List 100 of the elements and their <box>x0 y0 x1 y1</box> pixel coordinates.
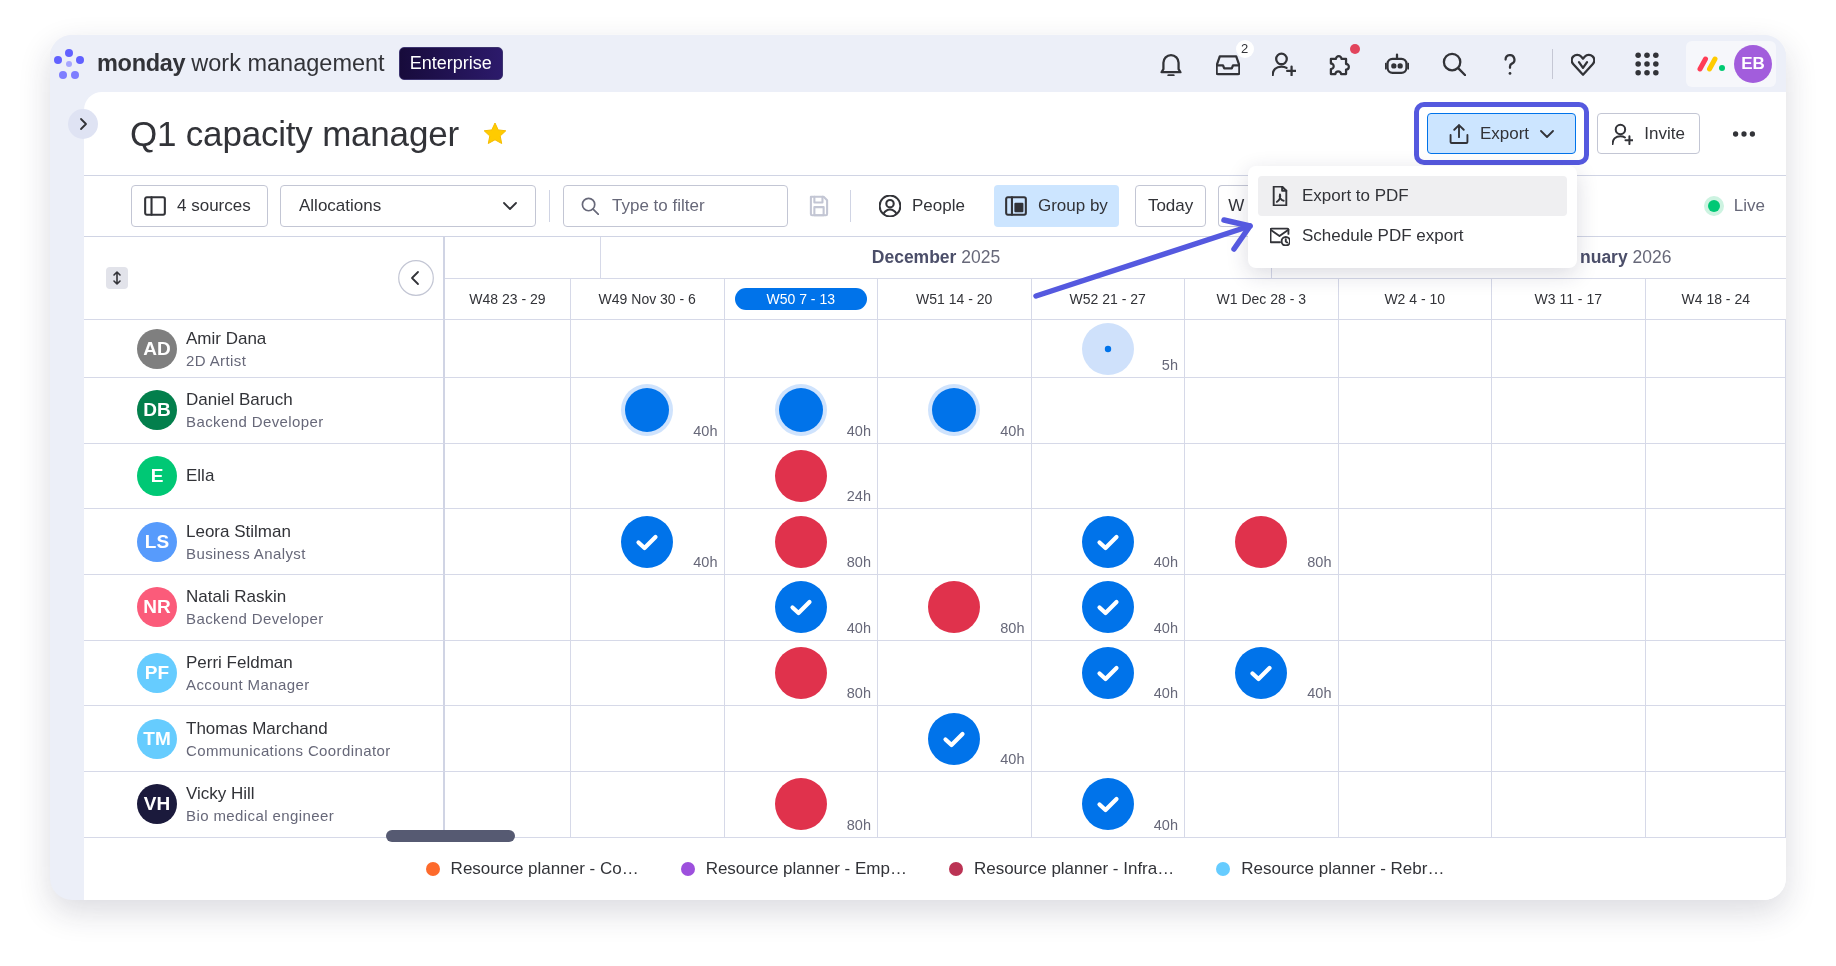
hours-label: 24h <box>846 488 871 505</box>
person-name: Perri Feldman <box>186 653 294 674</box>
view-toggle[interactable]: Group by <box>993 185 1119 227</box>
hours-label: 40h <box>1000 751 1025 768</box>
pdf-file-icon <box>1270 186 1290 206</box>
filled-circle-icon[interactable] <box>1235 515 1288 568</box>
invite-person-icon[interactable] <box>1272 51 1296 76</box>
hours-label: 5h <box>1161 357 1178 373</box>
hours-label: 40h <box>1153 685 1178 702</box>
apps-grid-icon[interactable] <box>1635 51 1659 76</box>
user-avatar[interactable]: EB <box>1734 44 1772 83</box>
check-circle-icon[interactable] <box>774 581 827 634</box>
month-label: nuary 2026 <box>1580 247 1672 268</box>
nav-button[interactable]: Today <box>1134 185 1207 227</box>
check-circle-icon[interactable] <box>1081 581 1134 634</box>
ringed-circle-icon[interactable] <box>774 384 827 437</box>
robot-icon[interactable] <box>1385 51 1409 76</box>
week-label: W51 14 - 20 <box>916 290 993 309</box>
legend-label: Resource planner - Rebr… <box>1241 859 1445 879</box>
heart-icon[interactable] <box>1571 51 1595 76</box>
person-name: Leora Stilman <box>186 521 292 542</box>
person-role: Bio medical engineer <box>186 807 335 825</box>
brand-name: monday <box>97 50 186 77</box>
check-circle-icon[interactable] <box>1081 515 1134 568</box>
live-label: Live <box>1733 196 1765 216</box>
filled-circle-icon[interactable] <box>774 450 827 503</box>
person-avatar: VH <box>137 784 177 825</box>
sidebar-panel-icon <box>144 195 166 217</box>
month-label: December 2025 <box>871 247 1001 268</box>
collapse-chevron-icon[interactable] <box>398 260 434 296</box>
sources-button[interactable]: 4 sources <box>131 185 268 227</box>
logo-stripes-icon <box>1696 54 1728 73</box>
check-circle-icon[interactable] <box>1081 647 1134 700</box>
person-avatar: PF <box>137 653 177 694</box>
hours-label: 40h <box>693 554 718 571</box>
hours-label: 80h <box>846 816 871 833</box>
search-icon[interactable] <box>1441 51 1466 76</box>
week-label: W52 21 - 27 <box>1069 290 1146 309</box>
more-icon[interactable] <box>1732 130 1756 137</box>
view-dropdown[interactable]: Allocations <box>280 185 536 227</box>
hours-label: 40h <box>1153 816 1178 833</box>
person-name: Daniel Baruch <box>186 390 294 411</box>
legend-label: Resource planner - Emp… <box>705 859 907 879</box>
hours-label: 80h <box>846 554 871 571</box>
person-role: Backend Developer <box>186 413 324 431</box>
star-icon[interactable] <box>482 122 507 145</box>
hours-label: 40h <box>1153 554 1178 571</box>
filled-circle-icon[interactable] <box>774 778 827 831</box>
filled-circle-icon[interactable] <box>928 581 981 634</box>
week-label: W50 7 - 13 <box>734 288 867 310</box>
person-name: Vicky Hill <box>186 784 256 805</box>
check-circle-icon[interactable] <box>1081 778 1134 831</box>
filled-circle-icon[interactable] <box>774 647 827 700</box>
filled-circle-icon[interactable] <box>774 515 827 568</box>
menu-item[interactable]: Export to PDF <box>1258 176 1567 216</box>
check-circle-icon[interactable] <box>1235 647 1288 700</box>
upload-icon <box>1448 123 1469 144</box>
search-icon <box>581 197 599 215</box>
hours-label: 80h <box>846 685 871 702</box>
person-name: Natali Raskin <box>186 587 288 608</box>
filter-field[interactable]: Type to filter <box>563 185 788 227</box>
account-switcher[interactable]: EB <box>1686 40 1776 87</box>
person-avatar: AD <box>137 328 177 369</box>
scrollbar-thumb[interactable] <box>386 830 515 842</box>
ringed-circle-icon[interactable] <box>928 384 981 437</box>
dot-circle-icon[interactable] <box>1081 322 1134 375</box>
check-circle-icon[interactable] <box>621 515 674 568</box>
expand-chevron-icon[interactable] <box>68 109 98 139</box>
week-label: W4 18 - 24 <box>1681 290 1750 309</box>
chevron-down-icon <box>503 202 517 210</box>
week-label: W2 4 - 10 <box>1384 290 1446 309</box>
check-circle-icon[interactable] <box>928 712 981 765</box>
person-avatar: DB <box>137 390 177 431</box>
caret-icon <box>1540 129 1555 138</box>
ringed-circle-icon[interactable] <box>621 384 674 437</box>
notifications-bell-icon[interactable] <box>1159 51 1183 76</box>
sort-arrows-icon[interactable] <box>106 267 128 289</box>
hours-label: 40h <box>693 422 718 439</box>
person-role: Backend Developer <box>186 610 324 628</box>
hours-label: 40h <box>846 619 871 636</box>
hours-label: 40h <box>1000 422 1025 439</box>
week-label: W49 Nov 30 - 6 <box>598 290 696 309</box>
hours-label: 80h <box>1307 554 1332 571</box>
app-logo-icon[interactable] <box>53 47 85 80</box>
inbox-count-badge: 2 <box>1235 39 1254 58</box>
export-button[interactable]: Export <box>1427 113 1576 154</box>
person-role: Business Analyst <box>186 544 306 562</box>
invite-button[interactable]: Invite <box>1597 113 1700 154</box>
person-role: Communications Coordinator <box>186 741 391 759</box>
person-role: 2D Artist <box>186 351 248 369</box>
mail-clock-icon <box>1270 226 1290 246</box>
person-role: Account Manager <box>186 676 310 694</box>
hours-label: 80h <box>1000 619 1025 636</box>
board-title: Q1 capacity manager <box>130 113 459 154</box>
person-name: Amir Dana <box>186 328 267 349</box>
menu-item[interactable]: Schedule PDF export <box>1258 216 1567 256</box>
hours-label: 40h <box>1153 619 1178 636</box>
person-avatar: E <box>137 456 177 497</box>
invite-person-icon <box>1612 122 1634 145</box>
person-avatar: NR <box>137 587 177 628</box>
